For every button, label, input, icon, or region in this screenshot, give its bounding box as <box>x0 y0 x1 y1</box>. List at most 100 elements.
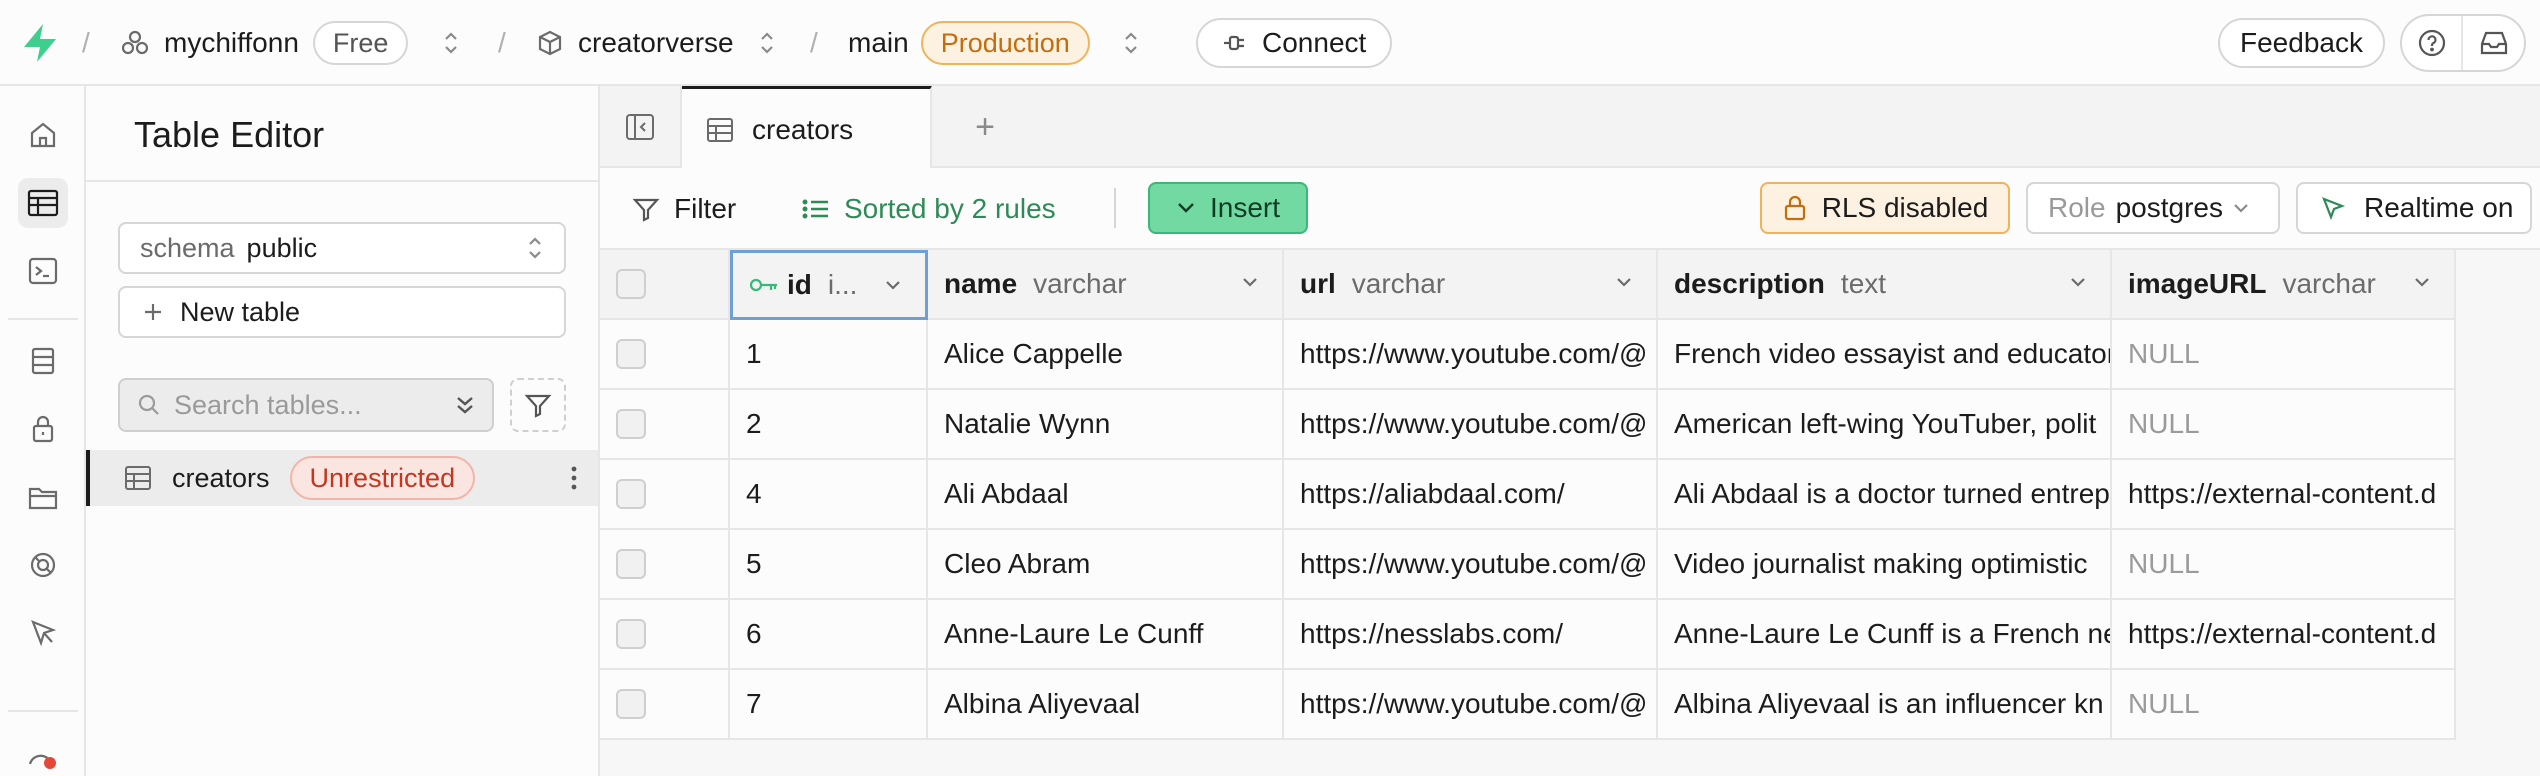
advisor-icon[interactable] <box>18 738 68 776</box>
cell-id[interactable]: 6 <box>730 600 928 670</box>
sort-label: Sorted by 2 rules <box>844 193 1056 224</box>
table-row[interactable]: 7 Albina Aliyevaal https://www.youtube.c… <box>600 670 2456 740</box>
cell-description[interactable]: Video journalist making optimistic <box>1658 530 2112 600</box>
table-row[interactable]: 6 Anne-Laure Le Cunff https://nesslabs.c… <box>600 600 2456 670</box>
cell-url[interactable]: https://www.youtube.com/@ <box>1284 320 1658 390</box>
more-vertical-icon[interactable] <box>570 464 578 492</box>
cell-name[interactable]: Cleo Abram <box>928 530 1284 600</box>
add-tab-button[interactable]: + <box>960 86 1010 168</box>
role-value: postgres <box>2115 192 2223 223</box>
sql-editor-icon[interactable] <box>18 246 68 296</box>
new-table-label: New table <box>180 296 301 327</box>
cell-description[interactable]: American left-wing YouTuber, polit <box>1658 390 2112 460</box>
row-checkbox[interactable] <box>616 339 646 369</box>
cell-imageurl[interactable]: NULL <box>2112 320 2456 390</box>
cell-imageurl[interactable]: NULL <box>2112 530 2456 600</box>
cell-url[interactable]: https://www.youtube.com/@ <box>1284 670 1658 740</box>
cell-description[interactable]: Albina Aliyevaal is an influencer kn <box>1658 670 2112 740</box>
cell-description[interactable]: Anne-Laure Le Cunff is a French ne <box>1658 600 2112 670</box>
new-table-button[interactable]: New table <box>118 286 566 338</box>
cell-url[interactable]: https://www.youtube.com/@ <box>1284 390 1658 460</box>
chevron-down-icon[interactable] <box>2412 272 2432 292</box>
select-all-checkbox[interactable] <box>616 269 646 299</box>
chevron-down-icon[interactable] <box>1614 272 1634 292</box>
feedback-button[interactable]: Feedback <box>2218 18 2385 68</box>
sidebar-toggle-icon[interactable] <box>600 86 682 168</box>
branch-name: main <box>848 27 909 58</box>
sort-button[interactable]: Sorted by 2 rules <box>802 168 1056 250</box>
chevron-down-icon[interactable] <box>1240 272 1260 292</box>
search-tables-input[interactable]: Search tables... <box>118 378 494 432</box>
role-selector[interactable]: Role postgres <box>2026 182 2280 234</box>
supabase-logo[interactable] <box>20 0 60 86</box>
database-icon[interactable] <box>18 336 68 386</box>
help-icon[interactable] <box>2402 16 2464 70</box>
inbox-icon[interactable] <box>2463 16 2524 70</box>
row-checkbox[interactable] <box>616 479 646 509</box>
column-name: description <box>1674 268 1825 299</box>
org-selector[interactable]: mychiffonn Free <box>120 0 460 86</box>
cell-imageurl[interactable]: NULL <box>2112 670 2456 740</box>
breadcrumb-separator: / <box>810 27 818 58</box>
branch-selector[interactable]: main Production <box>848 0 1140 86</box>
cell-id[interactable]: 4 <box>730 460 928 530</box>
cell-name[interactable]: Albina Aliyevaal <box>928 670 1284 740</box>
cell-description[interactable]: Ali Abdaal is a doctor turned entrep <box>1658 460 2112 530</box>
cell-id[interactable]: 7 <box>730 670 928 740</box>
cell-url[interactable]: https://nesslabs.com/ <box>1284 600 1658 670</box>
column-header-url[interactable]: url varchar <box>1284 250 1658 320</box>
schema-selector[interactable]: schema public <box>118 222 566 274</box>
filter-button[interactable]: Filter <box>632 168 736 250</box>
cell-url[interactable]: https://aliabdaal.com/ <box>1284 460 1658 530</box>
cell-url[interactable]: https://www.youtube.com/@ <box>1284 530 1658 600</box>
column-header-id[interactable]: id i... <box>730 250 928 320</box>
cell-imageurl[interactable]: https://external-content.d <box>2112 600 2456 670</box>
table-row[interactable]: 4 Ali Abdaal https://aliabdaal.com/ Ali … <box>600 460 2456 530</box>
chevron-down-icon[interactable] <box>883 275 903 295</box>
tab-creators[interactable]: creators <box>682 86 932 170</box>
cell-id[interactable]: 5 <box>730 530 928 600</box>
table-editor-icon[interactable] <box>18 178 68 228</box>
chevron-down-icon[interactable] <box>2068 272 2088 292</box>
cell-imageurl[interactable]: https://external-content.d <box>2112 460 2456 530</box>
column-header-name[interactable]: name varchar <box>928 250 1284 320</box>
column-type: varchar <box>1351 268 1446 299</box>
chevrons-down-icon[interactable] <box>454 392 476 418</box>
cell-id[interactable]: 1 <box>730 320 928 390</box>
storage-folder-icon[interactable] <box>18 472 68 522</box>
realtime-icon[interactable] <box>18 540 68 590</box>
rls-disabled-button[interactable]: RLS disabled <box>1760 182 2010 234</box>
project-selector[interactable]: creatorverse <box>536 0 776 86</box>
filter-tables-button[interactable] <box>510 378 566 432</box>
realtime-button[interactable]: Realtime on <box>2296 182 2532 234</box>
cell-imageurl[interactable]: NULL <box>2112 390 2456 460</box>
sidebar-item-creators[interactable]: creators Unrestricted <box>86 450 598 506</box>
chevron-updown-icon[interactable] <box>1122 30 1140 56</box>
row-checkbox[interactable] <box>616 619 646 649</box>
cell-name[interactable]: Natalie Wynn <box>928 390 1284 460</box>
column-header-description[interactable]: description text <box>1658 250 2112 320</box>
cell-name[interactable]: Alice Cappelle <box>928 320 1284 390</box>
row-checkbox[interactable] <box>616 409 646 439</box>
cell-name[interactable]: Anne-Laure Le Cunff <box>928 600 1284 670</box>
cursor-icon[interactable] <box>18 608 68 658</box>
table-icon <box>706 117 734 143</box>
toolbar-divider <box>1114 188 1116 228</box>
cell-name[interactable]: Ali Abdaal <box>928 460 1284 530</box>
connect-button[interactable]: Connect <box>1196 18 1393 68</box>
role-label: Role <box>2048 192 2106 223</box>
row-checkbox[interactable] <box>616 689 646 719</box>
auth-lock-icon[interactable] <box>18 404 68 454</box>
chevron-updown-icon[interactable] <box>442 30 460 56</box>
table-row[interactable]: 2 Natalie Wynn https://www.youtube.com/@… <box>600 390 2456 460</box>
insert-button[interactable]: Insert <box>1148 182 1308 234</box>
cell-id[interactable]: 2 <box>730 390 928 460</box>
column-header-imageurl[interactable]: imageURL varchar <box>2112 250 2456 320</box>
unrestricted-badge: Unrestricted <box>289 456 476 500</box>
cell-description[interactable]: French video essayist and educator <box>1658 320 2112 390</box>
table-row[interactable]: 1 Alice Cappelle https://www.youtube.com… <box>600 320 2456 390</box>
chevron-updown-icon[interactable] <box>758 30 776 56</box>
table-row[interactable]: 5 Cleo Abram https://www.youtube.com/@ V… <box>600 530 2456 600</box>
row-checkbox[interactable] <box>616 549 646 579</box>
home-icon[interactable] <box>18 110 68 160</box>
